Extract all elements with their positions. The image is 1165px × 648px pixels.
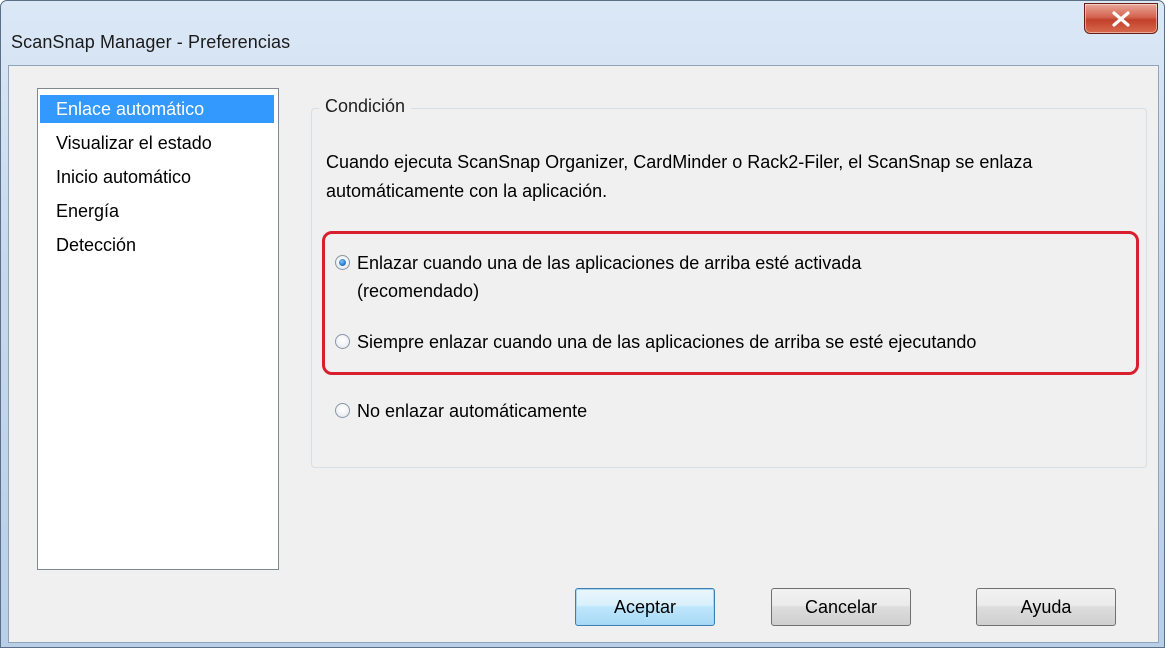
radio-link-when-active[interactable]: Enlazar cuando una de las aplicaciones d… bbox=[335, 249, 861, 305]
radio-selected-icon[interactable] bbox=[335, 255, 350, 270]
condition-group-label: Condición bbox=[319, 96, 412, 117]
radio-label-line1: Enlazar cuando una de las aplicaciones d… bbox=[357, 253, 862, 273]
radio-unselected-icon[interactable] bbox=[335, 334, 350, 349]
sidebar-item-inicio-automatico[interactable]: Inicio automático bbox=[40, 163, 274, 191]
cancel-button[interactable]: Cancelar bbox=[771, 588, 911, 626]
title-bar[interactable]: ScanSnap Manager - Preferencias bbox=[1, 1, 1164, 63]
radio-no-link-label: No enlazar automáticamente bbox=[357, 401, 588, 421]
condition-description: Cuando ejecuta ScanSnap Organizer, CardM… bbox=[326, 152, 1033, 201]
sidebar-item-deteccion[interactable]: Detección bbox=[40, 231, 274, 259]
radio-unselected-icon[interactable] bbox=[335, 403, 350, 418]
sidebar-item-energia[interactable]: Energía bbox=[40, 197, 274, 225]
radio-link-when-active-label: Enlazar cuando una de las aplicaciones d… bbox=[357, 249, 861, 305]
help-button[interactable]: Ayuda bbox=[976, 588, 1116, 626]
sidebar-list[interactable]: Enlace automático Visualizar el estado I… bbox=[37, 88, 279, 570]
preferences-window: ScanSnap Manager - Preferencias Enlace a… bbox=[0, 0, 1165, 648]
close-icon bbox=[1112, 10, 1130, 27]
radio-link-when-running-label: Siempre enlazar cuando una de las aplica… bbox=[357, 332, 977, 352]
radio-link-when-running[interactable]: Siempre enlazar cuando una de las aplica… bbox=[335, 328, 976, 356]
dialog-body: Enlace automático Visualizar el estado I… bbox=[8, 65, 1159, 643]
sidebar-item-enlace-automatico[interactable]: Enlace automático bbox=[40, 95, 274, 123]
sidebar-item-visualizar-estado[interactable]: Visualizar el estado bbox=[40, 129, 274, 157]
close-button[interactable] bbox=[1084, 3, 1158, 34]
radio-no-link[interactable]: No enlazar automáticamente bbox=[335, 397, 587, 425]
accept-button[interactable]: Aceptar bbox=[575, 588, 715, 626]
radio-label-line2: (recomendado) bbox=[357, 281, 480, 301]
window-title: ScanSnap Manager - Preferencias bbox=[11, 32, 291, 52]
